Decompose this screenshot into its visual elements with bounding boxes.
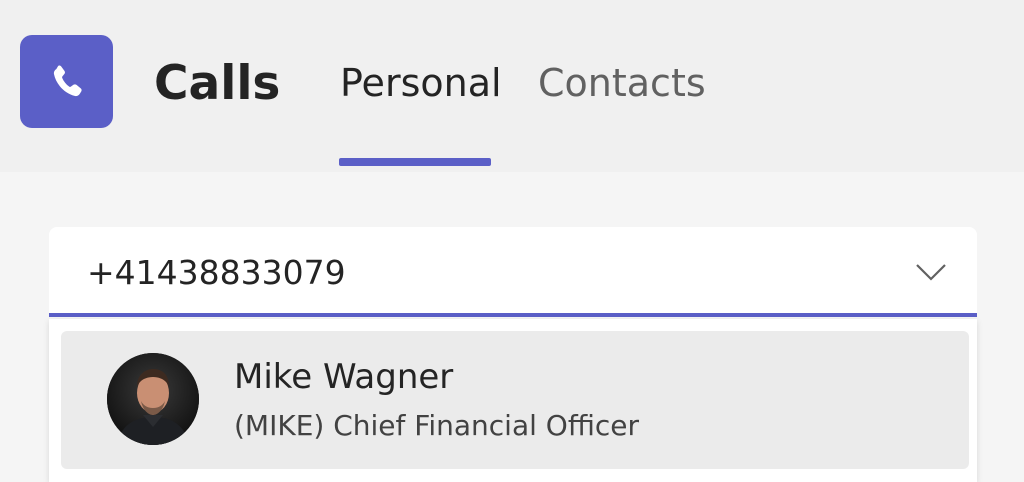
app-header: Calls Personal Contacts bbox=[0, 0, 1024, 172]
avatar bbox=[107, 353, 199, 445]
search-results-dropdown: Mike Wagner (MIKE) Chief Financial Offic… bbox=[49, 319, 977, 482]
tab-selected-indicator bbox=[339, 158, 491, 166]
calls-page: Calls Personal Contacts +41438833079 Mik… bbox=[0, 0, 1024, 482]
phone-icon bbox=[53, 65, 82, 96]
dial-input-underline bbox=[49, 313, 977, 317]
page-title: Calls bbox=[154, 56, 281, 111]
result-item[interactable]: Mike Wagner (MIKE) Chief Financial Offic… bbox=[61, 331, 969, 469]
tab-contacts[interactable]: Contacts bbox=[538, 58, 706, 108]
tab-personal[interactable]: Personal bbox=[340, 58, 502, 108]
result-name: Mike Wagner bbox=[234, 357, 454, 397]
dial-combobox[interactable] bbox=[49, 227, 977, 315]
result-subtitle: (MIKE) Chief Financial Officer bbox=[234, 409, 640, 442]
app-icon bbox=[20, 35, 113, 128]
avatar-photo bbox=[107, 353, 199, 445]
chevron-down-icon[interactable] bbox=[913, 257, 949, 285]
dial-input[interactable] bbox=[87, 249, 887, 295]
